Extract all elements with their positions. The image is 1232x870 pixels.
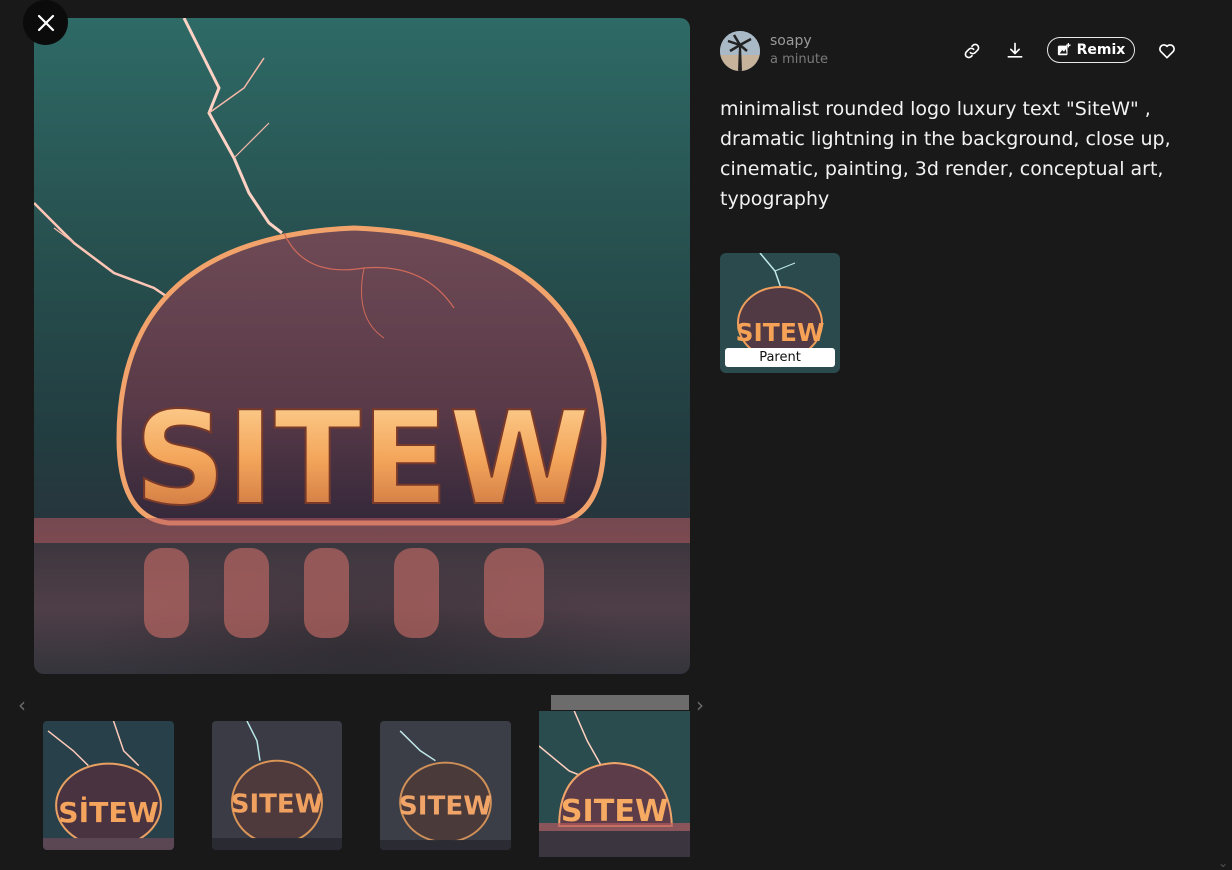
parent-label: Parent bbox=[725, 348, 835, 367]
thumbnail-text: SITEW bbox=[561, 794, 669, 829]
close-button[interactable] bbox=[23, 0, 68, 45]
parent-image-text: SITEW bbox=[735, 318, 824, 347]
copy-link-button[interactable] bbox=[960, 39, 984, 63]
thumbnail-2[interactable]: SITEW bbox=[212, 721, 342, 850]
main-image: SITEW bbox=[34, 18, 690, 674]
like-button[interactable] bbox=[1155, 39, 1179, 63]
close-icon bbox=[37, 14, 54, 31]
thumbnail-4-selected[interactable]: SITEW bbox=[539, 711, 690, 857]
timestamp: a minute bbox=[770, 52, 828, 67]
remix-label: Remix bbox=[1076, 42, 1126, 58]
username[interactable]: soapy bbox=[770, 33, 812, 49]
avatar[interactable] bbox=[720, 31, 760, 71]
corner-chevron-icon: ⌄ bbox=[1217, 856, 1228, 870]
thumbnail-text: SITEW bbox=[231, 789, 324, 819]
download-icon bbox=[1007, 42, 1023, 58]
remix-button[interactable]: Remix bbox=[1047, 37, 1135, 63]
download-button[interactable] bbox=[1003, 39, 1027, 63]
thumbnails-prev-button[interactable]: ‹ bbox=[14, 695, 30, 715]
link-icon bbox=[964, 43, 980, 59]
thumbnail-text: SİTEW bbox=[58, 795, 159, 829]
parent-image-card[interactable]: SITEW Parent bbox=[720, 253, 840, 373]
thumbnails-next-button[interactable]: › bbox=[692, 695, 708, 715]
thumbnail-1[interactable]: SİTEW bbox=[43, 721, 174, 850]
main-image-text: SITEW bbox=[134, 385, 590, 534]
thumbnail-text: SITEW bbox=[399, 791, 492, 821]
prompt-text: minimalist rounded logo luxury text "Sit… bbox=[720, 98, 1171, 210]
heart-icon bbox=[1159, 44, 1175, 59]
thumbnails-scroll-indicator[interactable] bbox=[551, 695, 689, 710]
thumbnail-3[interactable]: SITEW bbox=[380, 721, 511, 850]
remix-icon bbox=[1057, 43, 1071, 56]
